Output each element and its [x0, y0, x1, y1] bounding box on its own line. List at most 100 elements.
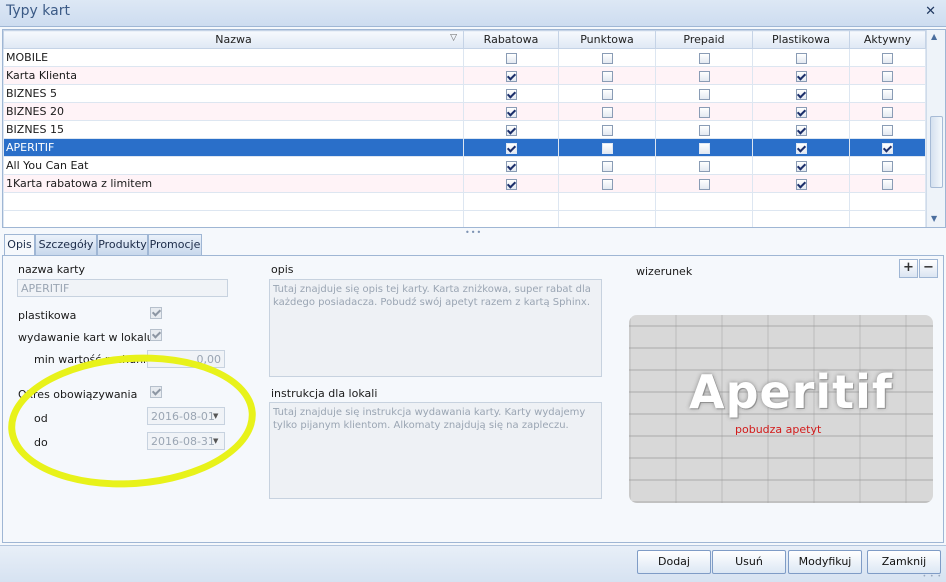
checkbox-checked[interactable]	[505, 70, 517, 82]
grid-scrollbar[interactable]: ▲ ▼	[926, 30, 945, 227]
table-row[interactable]: BIZNES 5	[3, 84, 926, 103]
tab-produkty[interactable]: Produkty	[97, 234, 148, 256]
row-checkbox-cell[interactable]	[655, 120, 753, 139]
checkbox-checked[interactable]	[795, 70, 807, 82]
row-checkbox-cell[interactable]	[849, 84, 926, 103]
table-row[interactable]: Karta Klienta	[3, 66, 926, 85]
description-field[interactable]: Tutaj znajduje się opis tej karty. Karta…	[269, 279, 602, 377]
close-icon[interactable]: ✕	[925, 4, 936, 19]
checkbox-unchecked[interactable]	[882, 160, 893, 172]
checkbox-unchecked[interactable]	[505, 52, 517, 64]
checkbox-checked[interactable]	[795, 106, 807, 118]
checkbox-checked[interactable]	[505, 124, 517, 136]
delete-button[interactable]: Usuń	[712, 550, 786, 574]
row-checkbox-cell[interactable]	[849, 66, 926, 85]
checkbox-checked[interactable]	[505, 178, 517, 190]
row-checkbox-cell[interactable]	[849, 102, 926, 121]
row-checkbox-cell[interactable]	[463, 138, 559, 157]
add-button[interactable]: Dodaj	[637, 550, 711, 574]
row-checkbox-cell[interactable]	[463, 84, 559, 103]
card-name-field[interactable]: APERITIF	[17, 279, 228, 297]
checkbox-checked[interactable]	[505, 160, 517, 172]
checkbox-unchecked[interactable]	[601, 124, 613, 136]
row-checkbox-cell[interactable]	[655, 66, 753, 85]
checkbox-unchecked[interactable]	[698, 124, 710, 136]
row-checkbox-cell[interactable]	[752, 102, 850, 121]
row-checkbox-cell[interactable]	[752, 120, 850, 139]
column-header-aktywny[interactable]: Aktywny	[849, 30, 926, 49]
row-checkbox-cell[interactable]	[655, 102, 753, 121]
row-name-cell[interactable]: BIZNES 5	[3, 84, 464, 103]
column-header-rabatowa[interactable]: Rabatowa	[463, 30, 559, 49]
instruction-field[interactable]: Tutaj znajduje się instrukcja wydawania …	[269, 402, 602, 499]
table-row[interactable]: MOBILE	[3, 48, 926, 67]
row-checkbox-cell[interactable]	[558, 66, 656, 85]
column-header-nazwa[interactable]: Nazwa ▽	[3, 30, 464, 49]
row-checkbox-cell[interactable]	[752, 156, 850, 175]
row-checkbox-cell[interactable]	[558, 48, 656, 67]
row-checkbox-cell[interactable]	[849, 138, 926, 157]
column-header-plastikowa[interactable]: Plastikowa	[752, 30, 850, 49]
checkbox-unchecked[interactable]	[698, 52, 710, 64]
row-name-cell[interactable]: Karta Klienta	[3, 66, 464, 85]
resize-grip[interactable]: • • •	[923, 573, 942, 580]
row-checkbox-cell[interactable]	[655, 84, 753, 103]
checkbox-checked[interactable]	[795, 142, 807, 154]
checkbox-unchecked[interactable]	[882, 52, 893, 64]
checkbox-unchecked[interactable]	[601, 70, 613, 82]
checkbox-checked[interactable]	[505, 88, 517, 100]
row-checkbox-cell[interactable]	[558, 120, 656, 139]
row-checkbox-cell[interactable]	[463, 102, 559, 121]
tab-promocje[interactable]: Promocje	[148, 234, 202, 256]
row-checkbox-cell[interactable]	[849, 174, 926, 193]
row-checkbox-cell[interactable]	[463, 156, 559, 175]
row-name-cell[interactable]: BIZNES 20	[3, 102, 464, 121]
row-checkbox-cell[interactable]	[558, 138, 656, 157]
checkbox-unchecked[interactable]	[601, 106, 613, 118]
checkbox-unchecked[interactable]	[882, 88, 893, 100]
filter-icon[interactable]: ▽	[450, 33, 457, 43]
add-image-button[interactable]: +	[899, 259, 918, 278]
table-row[interactable]: 1Karta rabatowa z limitem	[3, 174, 926, 193]
row-name-cell[interactable]: All You Can Eat	[3, 156, 464, 175]
checkbox-checked[interactable]	[795, 124, 807, 136]
row-checkbox-cell[interactable]	[752, 66, 850, 85]
table-row[interactable]: BIZNES 20	[3, 102, 926, 121]
checkbox-checked[interactable]	[795, 178, 807, 190]
row-checkbox-cell[interactable]	[655, 156, 753, 175]
row-name-cell[interactable]: BIZNES 15	[3, 120, 464, 139]
row-name-cell[interactable]: MOBILE	[3, 48, 464, 67]
checkbox-unchecked[interactable]	[882, 70, 893, 82]
checkbox-checked[interactable]	[795, 88, 807, 100]
checkbox-unchecked[interactable]	[601, 88, 613, 100]
row-checkbox-cell[interactable]	[558, 174, 656, 193]
checkbox-checked[interactable]	[795, 160, 807, 172]
close-button[interactable]: Zamknij	[867, 550, 941, 574]
checkbox-unchecked[interactable]	[698, 106, 710, 118]
tab-opis[interactable]: Opis	[4, 234, 35, 257]
checkbox-checked[interactable]	[505, 142, 517, 154]
checkbox-unchecked[interactable]	[698, 142, 710, 154]
table-row[interactable]: BIZNES 15	[3, 120, 926, 139]
row-checkbox-cell[interactable]	[463, 174, 559, 193]
checkbox-unchecked[interactable]	[698, 70, 710, 82]
checkbox-checked[interactable]	[882, 142, 893, 154]
checkbox-unchecked[interactable]	[795, 52, 807, 64]
row-checkbox-cell[interactable]	[655, 138, 753, 157]
remove-image-button[interactable]: −	[919, 259, 938, 278]
modify-button[interactable]: Modyfikuj	[788, 550, 862, 574]
checkbox-checked[interactable]	[505, 106, 517, 118]
column-header-punktowa[interactable]: Punktowa	[558, 30, 656, 49]
row-checkbox-cell[interactable]	[849, 120, 926, 139]
row-checkbox-cell[interactable]	[558, 156, 656, 175]
checkbox-unchecked[interactable]	[882, 178, 893, 190]
splitter-handle[interactable]: •••	[465, 228, 482, 237]
row-checkbox-cell[interactable]	[752, 84, 850, 103]
row-checkbox-cell[interactable]	[463, 120, 559, 139]
row-checkbox-cell[interactable]	[655, 174, 753, 193]
checkbox-unchecked[interactable]	[601, 178, 613, 190]
row-checkbox-cell[interactable]	[655, 48, 753, 67]
row-checkbox-cell[interactable]	[558, 102, 656, 121]
row-checkbox-cell[interactable]	[849, 156, 926, 175]
row-checkbox-cell[interactable]	[752, 174, 850, 193]
